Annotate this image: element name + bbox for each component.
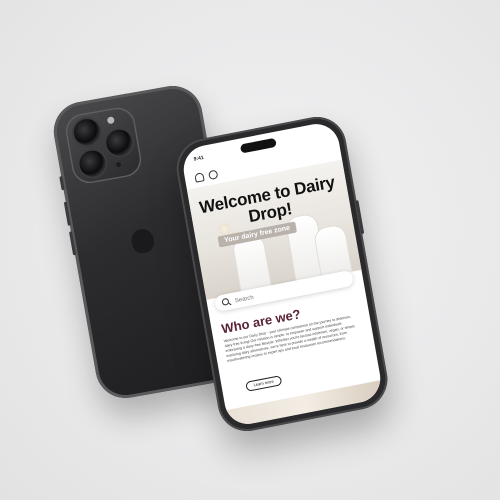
profile-icon[interactable] (208, 169, 219, 181)
learn-more-button[interactable]: Learn more (245, 375, 283, 392)
camera-lens-icon (104, 127, 135, 158)
dynamic-island (239, 137, 277, 154)
flash-icon (106, 116, 115, 125)
search-icon (221, 297, 230, 306)
camera-lens-icon (77, 148, 108, 179)
camera-module (62, 104, 145, 186)
front-phone: 9:41 Welcome to Dairy Drop! Your dairy f… (171, 111, 393, 437)
volume-up-button (63, 201, 71, 226)
power-button (355, 200, 365, 235)
volume-down-button (69, 231, 77, 256)
camera-lens-icon (71, 117, 103, 148)
bell-icon[interactable] (194, 172, 205, 183)
lidar-sensor-icon (115, 161, 122, 168)
status-time: 9:41 (193, 154, 205, 163)
action-button (59, 176, 65, 191)
apple-logo-icon (129, 227, 156, 255)
